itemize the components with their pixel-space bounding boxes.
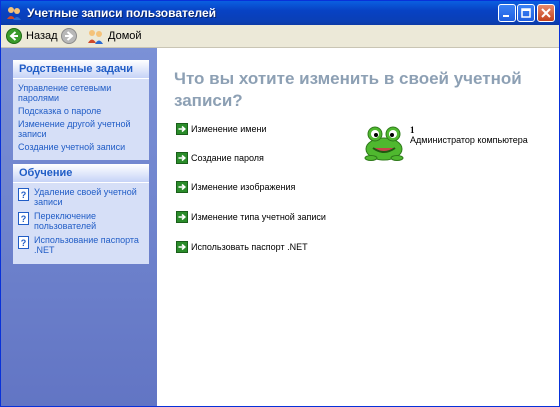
task-password-hint[interactable]: Подсказка о пароле (18, 106, 144, 116)
frog-avatar (364, 126, 404, 161)
option-label: Изменение типа учетной записи (191, 212, 326, 222)
maximize-button[interactable] (517, 4, 535, 22)
back-arrow-icon (6, 28, 22, 44)
option-create-password[interactable]: Создание пароля (176, 152, 264, 164)
task-create-account[interactable]: Создание учетной записи (18, 142, 144, 152)
maximize-icon (521, 8, 531, 18)
help-icon: ? (18, 188, 29, 201)
forward-arrow-icon (61, 28, 77, 44)
learn-item-net-passport[interactable]: ? Использование паспорта .NET (18, 235, 144, 255)
svg-text:?: ? (21, 214, 27, 224)
user-role: Администратор компьютера (410, 135, 528, 145)
main-content: Что вы хотите изменить в своей учетной з… (158, 48, 559, 406)
learn-header[interactable]: Обучение (13, 164, 149, 183)
minimize-icon (503, 15, 509, 17)
green-arrow-icon (176, 211, 188, 223)
option-label: Изменение изображения (191, 182, 296, 192)
learn-item-delete-account[interactable]: ? Удаление своей учетной записи (18, 187, 144, 207)
option-label: Изменение имени (191, 124, 267, 134)
learn-item-label: Использование паспорта .NET (34, 235, 139, 255)
learn-item-switch-users[interactable]: ? Переключение пользователей (18, 211, 144, 231)
task-change-other-account[interactable]: Изменение другой учетной записи (18, 119, 144, 139)
learn-list: ? Удаление своей учетной записи ? Перекл… (13, 183, 149, 264)
option-change-account-type[interactable]: Изменение типа учетной записи (176, 211, 326, 223)
option-label: Создание пароля (191, 153, 264, 163)
close-button[interactable] (537, 4, 555, 22)
help-icon: ? (18, 212, 29, 225)
related-tasks-panel: Родственные задачи Управление сетевыми п… (13, 60, 149, 160)
minimize-button[interactable] (498, 4, 516, 22)
related-tasks-header[interactable]: Родственные задачи (13, 60, 149, 79)
task-manage-network-passwords[interactable]: Управление сетевыми паролями (18, 83, 144, 103)
toolbar: Назад Домой (1, 25, 559, 48)
green-arrow-icon (176, 152, 188, 164)
option-change-name[interactable]: Изменение имени (176, 123, 267, 135)
sidebar: Родственные задачи Управление сетевыми п… (1, 48, 157, 406)
forward-button[interactable] (61, 27, 77, 45)
green-arrow-icon (176, 241, 188, 253)
learn-item-label: Переключение пользователей (34, 211, 97, 231)
page-title: Что вы хотите изменить в своей учетной з… (174, 69, 522, 110)
green-arrow-icon (176, 123, 188, 135)
user-account-card: 1 Администратор компьютера (363, 125, 553, 165)
home-button[interactable]: Домой (87, 27, 142, 45)
green-arrow-icon (176, 181, 188, 193)
learn-panel: Обучение ? Удаление своей учетной записи… (13, 164, 149, 264)
users-icon (6, 5, 22, 21)
title-bar[interactable]: Учетные записи пользователей (1, 1, 559, 25)
option-label: Использовать паспорт .NET (191, 242, 308, 252)
option-change-picture[interactable]: Изменение изображения (176, 181, 295, 193)
user-accounts-window: Учетные записи пользователей Назад Домой… (0, 0, 560, 407)
close-icon (541, 8, 551, 18)
back-button[interactable]: Назад (6, 27, 58, 45)
home-label: Домой (108, 30, 142, 42)
home-users-icon (88, 30, 103, 44)
help-icon: ? (18, 236, 29, 249)
option-net-passport[interactable]: Использовать паспорт .NET (176, 241, 308, 253)
svg-text:?: ? (21, 190, 27, 200)
user-name: 1 (410, 125, 415, 135)
svg-text:?: ? (21, 238, 27, 248)
learn-item-label: Удаление своей учетной записи (34, 187, 137, 207)
window-title: Учетные записи пользователей (27, 6, 217, 20)
back-label: Назад (26, 30, 58, 42)
related-tasks-list: Управление сетевыми паролями Подсказка о… (13, 79, 149, 160)
